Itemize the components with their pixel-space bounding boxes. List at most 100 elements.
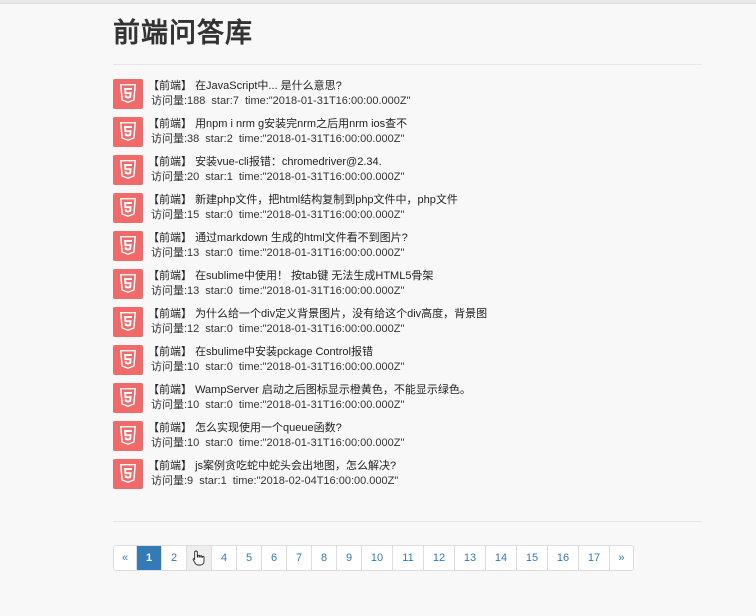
question-meta: 访问量:20 star:1 time:"2018-01-31T16:00:00.00…: [148, 170, 410, 185]
question-views: 访问量:10: [151, 399, 200, 411]
question-views: 访问量:188: [151, 95, 206, 107]
question-time: time:"2018-01-31T16:00:00.000Z": [238, 133, 405, 145]
question-meta: 访问量:10 star:0 time:"2018-01-31T16:00:00.00…: [148, 360, 410, 375]
question-item[interactable]: 【前端】 通过markdown 生成的html文件看不到图片? 访问量:13 sta…: [113, 231, 702, 269]
question-item[interactable]: 【前端】 为什么给一个div定义背景图片，没有给这个div高度，背景图 访问量:1…: [113, 307, 702, 345]
html5-icon: [113, 307, 143, 337]
question-text: 【前端】 用npm i nrm g安装完nrm之后用nrm ios查不 访问量:3…: [148, 117, 410, 147]
question-title[interactable]: 【前端】 新建php文件，把html结构复制到php文件中，php文件: [148, 193, 458, 208]
question-title[interactable]: 【前端】 安装vue-cli报错：chromedriver@2.34.: [148, 155, 410, 170]
question-title[interactable]: 【前端】 在sublime中使用！ 按tab键 无法生成HTML5骨架: [148, 269, 433, 284]
pagination-page-4[interactable]: 4: [212, 546, 237, 570]
question-meta: 访问量:15 star:0 time:"2018-01-31T16:00:00.00…: [148, 208, 458, 223]
question-title[interactable]: 【前端】 在JavaScript中... 是什么意思?: [148, 79, 417, 94]
html5-icon: [113, 155, 143, 185]
question-title[interactable]: 【前端】 WampServer 启动之后图标显示橙黄色，不能显示绿色。: [148, 383, 471, 398]
question-text: 【前端】 在sbulime中安装pckage Control报错 访问量:10 st…: [148, 345, 410, 375]
question-views: 访问量:15: [151, 209, 200, 221]
question-tag: 【前端】: [148, 194, 192, 206]
pagination-page-12[interactable]: 12: [424, 546, 455, 570]
question-views: 访问量:10: [151, 361, 200, 373]
pagination-page-8[interactable]: 8: [312, 546, 337, 570]
html5-icon: [113, 383, 143, 413]
page-title: 前端问答库: [113, 18, 253, 48]
question-time: time:"2018-01-31T16:00:00.000Z": [238, 323, 405, 335]
html5-icon: [113, 79, 143, 109]
question-text: 【前端】 在sublime中使用！ 按tab键 无法生成HTML5骨架 访问量:1…: [148, 269, 433, 299]
question-stars: star:0: [205, 361, 233, 373]
question-item[interactable]: 【前端】 新建php文件，把html结构复制到php文件中，php文件 访问量:1…: [113, 193, 702, 231]
question-views: 访问量:38: [151, 133, 200, 145]
question-time: time:"2018-01-31T16:00:00.000Z": [238, 171, 405, 183]
title-divider: [113, 64, 702, 65]
question-meta: 访问量:13 star:0 time:"2018-01-31T16:00:00.00…: [148, 246, 410, 261]
question-title-text: 安装vue-cli报错：chromedriver@2.34.: [195, 156, 382, 168]
question-item[interactable]: 【前端】 在sbulime中安装pckage Control报错 访问量:10 st…: [113, 345, 702, 383]
question-meta: 访问量:10 star:0 time:"2018-01-31T16:00:00.00…: [148, 398, 471, 413]
question-stars: star:0: [205, 209, 233, 221]
question-title[interactable]: 【前端】 通过markdown 生成的html文件看不到图片?: [148, 231, 410, 246]
html5-icon: [113, 345, 143, 375]
question-time: time:"2018-01-31T16:00:00.000Z": [238, 361, 405, 373]
question-item[interactable]: 【前端】 安装vue-cli报错：chromedriver@2.34. 访问量:2…: [113, 155, 702, 193]
pagination-page-16[interactable]: 16: [548, 546, 579, 570]
question-title[interactable]: 【前端】 怎么实现使用一个queue函数?: [148, 421, 410, 436]
question-title[interactable]: 【前端】 为什么给一个div定义背景图片，没有给这个div高度，背景图: [148, 307, 487, 322]
question-text: 【前端】 怎么实现使用一个queue函数? 访问量:10 star:0 time:"2…: [148, 421, 410, 451]
html5-icon: [113, 193, 143, 223]
question-views: 访问量:13: [151, 285, 200, 297]
question-item[interactable]: 【前端】 在sublime中使用！ 按tab键 无法生成HTML5骨架 访问量:1…: [113, 269, 702, 307]
pagination-page-3[interactable]: [187, 546, 212, 570]
question-item[interactable]: 【前端】 用npm i nrm g安装完nrm之后用nrm ios查不 访问量:3…: [113, 117, 702, 155]
pagination-page-10[interactable]: 10: [362, 546, 393, 570]
question-time: time:"2018-01-31T16:00:00.000Z": [238, 247, 405, 259]
pagination-page-14[interactable]: 14: [486, 546, 517, 570]
question-time: time:"2018-01-31T16:00:00.000Z": [238, 285, 405, 297]
question-meta: 访问量:13 star:0 time:"2018-01-31T16:00:00.00…: [148, 284, 433, 299]
pagination-page-7[interactable]: 7: [287, 546, 312, 570]
html5-icon: [113, 117, 143, 147]
list-divider: [113, 521, 702, 522]
question-tag: 【前端】: [148, 384, 192, 396]
pagination-page-15[interactable]: 15: [517, 546, 548, 570]
question-meta: 访问量:38 star:2 time:"2018-01-31T16:00:00.00…: [148, 132, 410, 147]
pagination-page-11[interactable]: 11: [393, 546, 424, 570]
question-stars: star:0: [205, 399, 233, 411]
question-views: 访问量:13: [151, 247, 200, 259]
pagination-page-5[interactable]: 5: [237, 546, 262, 570]
question-tag: 【前端】: [148, 422, 192, 434]
question-text: 【前端】 通过markdown 生成的html文件看不到图片? 访问量:13 sta…: [148, 231, 410, 261]
html5-icon: [113, 459, 143, 489]
question-title[interactable]: 【前端】 在sbulime中安装pckage Control报错: [148, 345, 410, 360]
html5-icon: [113, 231, 143, 261]
question-item[interactable]: 【前端】 WampServer 启动之后图标显示橙黄色，不能显示绿色。 访问量:1…: [113, 383, 702, 421]
pagination-page-2[interactable]: 2: [162, 546, 187, 570]
question-text: 【前端】 WampServer 启动之后图标显示橙黄色，不能显示绿色。 访问量:1…: [148, 383, 471, 413]
question-time: time:"2018-01-31T16:00:00.000Z": [238, 209, 405, 221]
question-stars: star:1: [205, 171, 233, 183]
question-stars: star:0: [205, 285, 233, 297]
question-text: 【前端】 安装vue-cli报错：chromedriver@2.34. 访问量:2…: [148, 155, 410, 185]
html5-icon: [113, 269, 143, 299]
question-item[interactable]: 【前端】 js案例贪吃蛇中蛇头会出地图，怎么解决? 访问量:9 star:1 time…: [113, 459, 702, 497]
pagination-next[interactable]: »: [610, 546, 633, 570]
question-views: 访问量:12: [151, 323, 200, 335]
question-views: 访问量:9: [151, 475, 194, 487]
question-item[interactable]: 【前端】 怎么实现使用一个queue函数? 访问量:10 star:0 time:"2…: [113, 421, 702, 459]
question-title[interactable]: 【前端】 js案例贪吃蛇中蛇头会出地图，怎么解决?: [148, 459, 404, 474]
question-stars: star:1: [199, 475, 227, 487]
main-container: 前端问答库 【前端】 在JavaScript中... 是什么意思? 访问量:188…: [113, 0, 702, 522]
hand-pointer-icon: [192, 550, 205, 566]
question-item[interactable]: 【前端】 在JavaScript中... 是什么意思? 访问量:188 star:7…: [113, 79, 702, 117]
pagination-page-1[interactable]: 1: [137, 546, 162, 570]
question-tag: 【前端】: [148, 346, 192, 358]
question-title-text: js案例贪吃蛇中蛇头会出地图，怎么解决?: [195, 460, 397, 472]
pagination-page-9[interactable]: 9: [337, 546, 362, 570]
question-stars: star:0: [205, 247, 233, 259]
question-title[interactable]: 【前端】 用npm i nrm g安装完nrm之后用nrm ios查不: [148, 117, 410, 132]
question-tag: 【前端】: [148, 460, 192, 472]
pagination-page-17[interactable]: 17: [579, 546, 610, 570]
pagination-page-13[interactable]: 13: [455, 546, 486, 570]
pagination-prev[interactable]: «: [114, 546, 137, 570]
pagination-page-6[interactable]: 6: [262, 546, 287, 570]
